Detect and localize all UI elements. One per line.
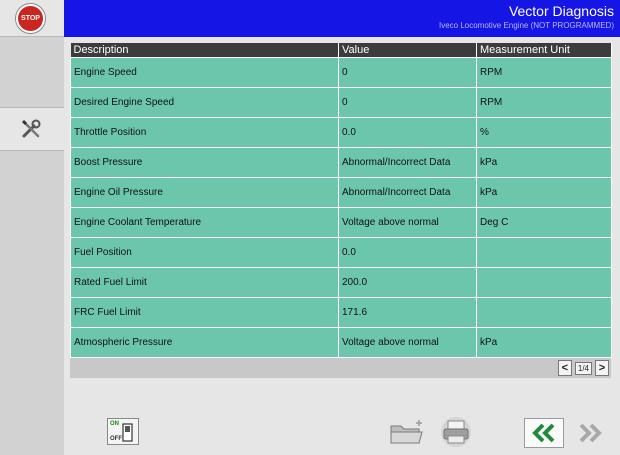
cell-unit [476, 296, 612, 328]
print-button[interactable] [437, 416, 475, 448]
cell-description: Engine Speed [70, 56, 339, 88]
open-folder-button[interactable] [388, 419, 426, 447]
cell-unit: % [476, 116, 612, 148]
printer-icon [441, 417, 471, 447]
table-row[interactable]: Atmospheric Pressure Voltage above norma… [70, 326, 612, 358]
column-header-value: Value [338, 43, 477, 57]
on-off-toggle-button[interactable]: ON OFF [107, 418, 139, 445]
stop-cell: STOP [0, 0, 64, 37]
table-row[interactable]: Engine Oil Pressure Abnormal/Incorrect D… [70, 176, 612, 208]
cell-value: 0 [338, 86, 477, 118]
next-page-button[interactable]: > [595, 360, 609, 376]
left-sidebar: STOP [0, 0, 64, 455]
cell-value: 200.0 [338, 266, 477, 298]
cell-description: Engine Oil Pressure [70, 176, 339, 208]
cell-unit [476, 266, 612, 298]
page-indicator: 1/4 [574, 361, 592, 375]
tools-button[interactable] [0, 107, 64, 151]
cell-value: Voltage above normal [338, 206, 477, 238]
cell-description: Fuel Position [70, 236, 339, 268]
cell-unit: Deg C [476, 206, 612, 238]
cell-description: Desired Engine Speed [70, 86, 339, 118]
switch-icon [122, 423, 133, 442]
cell-unit: RPM [476, 86, 612, 118]
on-label: ON [110, 421, 119, 427]
cell-value: 171.6 [338, 296, 477, 328]
cell-description: FRC Fuel Limit [70, 296, 339, 328]
table-row[interactable]: Fuel Position 0.0 [70, 236, 612, 268]
cell-value: Abnormal/Incorrect Data [338, 176, 477, 208]
stop-label: STOP [21, 15, 40, 22]
pager: < 1/4 > [557, 360, 609, 376]
stop-button[interactable]: STOP [16, 4, 45, 33]
cell-description: Boost Pressure [70, 146, 339, 178]
table-row[interactable]: Desired Engine Speed 0 RPM [70, 86, 612, 118]
cell-description: Atmospheric Pressure [70, 326, 339, 358]
cell-unit: kPa [476, 146, 612, 178]
back-button[interactable] [524, 418, 564, 448]
parameters-table: Description Value Measurement Unit Engin… [70, 43, 612, 358]
cell-value: Voltage above normal [338, 326, 477, 358]
cell-unit: kPa [476, 176, 612, 208]
pager-row: < 1/4 > [70, 357, 611, 378]
table-row[interactable]: FRC Fuel Limit 171.6 [70, 296, 612, 328]
column-header-unit: Measurement Unit [476, 43, 612, 57]
table-row[interactable]: Engine Coolant Temperature Voltage above… [70, 206, 612, 238]
folder-icon [390, 420, 423, 444]
cell-value: 0.0 [338, 116, 477, 148]
cell-value: 0.0 [338, 236, 477, 268]
forward-button[interactable] [570, 418, 610, 448]
table-row[interactable]: Engine Speed 0 RPM [70, 56, 612, 88]
cell-unit: RPM [476, 56, 612, 88]
cell-unit [476, 236, 612, 268]
cell-description: Engine Coolant Temperature [70, 206, 339, 238]
prev-page-button[interactable]: < [557, 360, 572, 376]
wrench-screwdriver-icon [21, 119, 41, 138]
cell-description: Rated Fuel Limit [70, 266, 339, 298]
table-row[interactable]: Rated Fuel Limit 200.0 [70, 266, 612, 298]
table-header-row: Description Value Measurement Unit [70, 43, 612, 57]
cell-unit: kPa [476, 326, 612, 358]
double-chevron-left-icon [532, 423, 555, 443]
cell-value: Abnormal/Incorrect Data [338, 146, 477, 178]
table-row[interactable]: Boost Pressure Abnormal/Incorrect Data k… [70, 146, 612, 178]
off-label: OFF [110, 436, 122, 442]
column-header-description: Description [70, 43, 339, 57]
app-window: STOP Vector Diagnosis Iveco Locomotive E… [0, 0, 620, 455]
engine-subtitle: Iveco Locomotive Engine (NOT PROGRAMMED) [438, 21, 614, 30]
app-title: Vector Diagnosis [508, 3, 614, 19]
cell-value: 0 [338, 56, 477, 88]
table-row[interactable]: Throttle Position 0.0 % [70, 116, 612, 148]
cell-description: Throttle Position [70, 116, 339, 148]
double-chevron-right-icon [579, 423, 602, 443]
header-bar: Vector Diagnosis Iveco Locomotive Engine… [64, 0, 620, 37]
